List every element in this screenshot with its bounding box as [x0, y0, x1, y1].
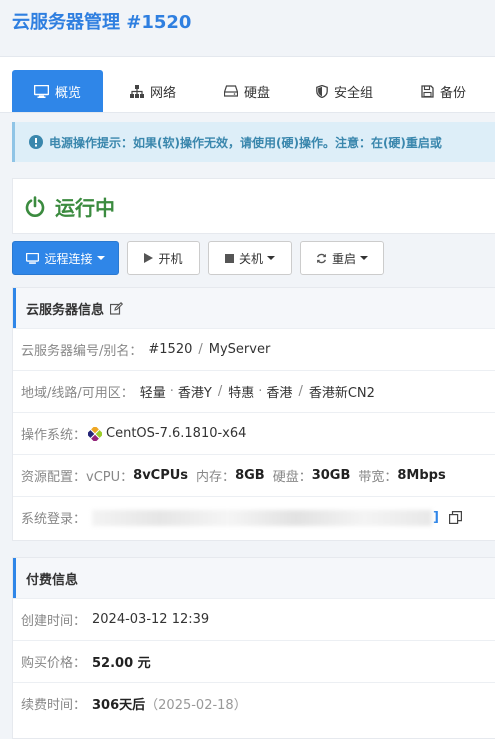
tab-network[interactable]: 网络: [130, 71, 176, 111]
alert-text: 电源操作提示：如果(软)操作无效，请使用(硬)操作。注意：在(硬)重启或: [49, 135, 442, 150]
server-info-header: 云服务器信息: [13, 288, 495, 328]
region-area: 香港Y: [177, 386, 212, 401]
tab-label: 硬盘: [244, 85, 271, 101]
caret-down-icon: [360, 256, 368, 260]
field-label: 购买价格：: [21, 656, 87, 671]
price-row: 购买价格： 52.00 元: [13, 640, 495, 682]
network-icon: [130, 84, 144, 98]
save-icon: [421, 84, 434, 98]
start-button[interactable]: 开机: [127, 241, 200, 275]
field-label: 资源配置：: [21, 470, 87, 485]
bandwidth-label: 带宽：: [358, 470, 398, 485]
field-label: 创建时间：: [21, 614, 87, 629]
play-icon: [144, 253, 154, 263]
remote-connect-label: 远程连接: [44, 251, 93, 266]
server-id-row: 云服务器编号/别名： #1520 / MyServer: [13, 328, 495, 370]
tab-backup[interactable]: 备份: [421, 71, 466, 111]
config-row: 资源配置： vCPU： 8vCPUs 内存： 8GB 硬盘： 30GB 带宽： …: [13, 454, 495, 496]
field-label: 云服务器编号/别名：: [21, 344, 143, 359]
power-alert: 电源操作提示：如果(软)操作无效，请使用(硬)操作。注意：在(硬)重启或: [12, 122, 495, 162]
tab-label: 概览: [54, 85, 81, 101]
shutdown-label: 关机: [238, 251, 263, 266]
monitor-icon: [26, 252, 40, 264]
stop-icon: [224, 253, 234, 263]
title-bar: 云服务器管理 #1520: [0, 0, 495, 46]
hdd-icon: [224, 85, 238, 97]
field-label: 续费时间：: [21, 698, 87, 713]
billing-panel: 付费信息 创建时间： 2024-03-12 12:39 购买价格： 52.00 …: [12, 557, 495, 739]
region-city: 香港: [266, 386, 293, 401]
power-icon: [25, 196, 45, 217]
separator: /: [298, 384, 303, 399]
server-info-panel: 云服务器信息 云服务器编号/别名： #1520 / MyServer 地域/线路…: [12, 287, 495, 541]
monitor-icon: [33, 84, 49, 98]
caret-down-icon: [96, 256, 105, 260]
page-title: 云服务器管理 #1520: [12, 12, 192, 33]
server-status: 运行中: [25, 192, 115, 221]
redacted-login-info: [92, 509, 433, 526]
created-row: 创建时间： 2024-03-12 12:39: [13, 598, 495, 640]
disk-label: 硬盘：: [272, 470, 312, 485]
tab-label: 安全组: [334, 85, 374, 101]
region-zone: 香港新CN2: [308, 386, 375, 401]
server-id: #1520: [148, 342, 193, 357]
purchase-price: 52.00 元: [92, 656, 151, 671]
os-row: 操作系统： CentOS-7.6.1810-x64: [13, 412, 495, 454]
remote-connect-button[interactable]: 远程连接: [12, 241, 119, 275]
tab-security-group[interactable]: 安全组: [316, 71, 373, 111]
renew-date: （2025-02-18）: [145, 698, 247, 713]
bracket-mark: ]: [433, 510, 439, 525]
server-alias: MyServer: [208, 342, 271, 357]
status-text: 运行中: [55, 196, 115, 220]
restart-button[interactable]: 重启: [300, 241, 384, 275]
login-row: 系统登录： ]: [13, 496, 495, 538]
renew-remaining: 306天后: [92, 698, 146, 713]
separator: /: [217, 384, 223, 399]
edit-icon[interactable]: [110, 301, 124, 315]
refresh-icon: [316, 253, 326, 263]
centos-logo-icon: [88, 426, 103, 441]
caret-down-icon: [267, 256, 275, 260]
tab-overview[interactable]: 概览: [12, 70, 103, 112]
vcpu-label: vCPU：: [86, 470, 134, 485]
field-label: 系统登录：: [21, 512, 87, 527]
panel-title: 付费信息: [26, 572, 79, 588]
billing-header: 付费信息: [13, 558, 495, 598]
memory-value: 8GB: [235, 468, 265, 483]
separator: ·: [169, 384, 174, 399]
tab-label: 备份: [440, 85, 467, 101]
copy-icon[interactable]: [448, 511, 462, 524]
renew-row: 续费时间： 306天后 （2025-02-18）: [13, 682, 495, 724]
memory-label: 内存：: [196, 470, 236, 485]
shutdown-button[interactable]: 关机: [208, 241, 292, 275]
restart-label: 重启: [331, 251, 356, 266]
exclamation-circle-icon: [29, 135, 43, 149]
shield-icon: [316, 84, 328, 98]
field-label: 操作系统：: [21, 428, 87, 443]
status-card: 运行中: [12, 178, 495, 234]
tab-disk[interactable]: 硬盘: [224, 71, 270, 111]
panel-title: 云服务器信息: [26, 302, 105, 318]
region-line: 特惠: [228, 386, 255, 401]
field-label: 地域/线路/可用区：: [21, 386, 134, 401]
vcpu-value: 8vCPUs: [133, 468, 189, 483]
tab-label: 网络: [150, 85, 177, 101]
disk-value: 30GB: [311, 468, 351, 483]
tab-bar: 概览 网络 硬盘 安全组 备份: [0, 56, 495, 113]
region-product: 轻量: [139, 386, 166, 401]
bandwidth-value: 8Mbps: [397, 468, 446, 483]
os-name: CentOS-7.6.1810-x64: [106, 426, 247, 441]
start-label: 开机: [158, 251, 183, 266]
region-row: 地域/线路/可用区： 轻量 · 香港Y / 特惠 · 香港 / 香港新CN2: [13, 370, 495, 412]
separator: /: [198, 342, 203, 357]
created-time: 2024-03-12 12:39: [92, 612, 210, 627]
separator: ·: [258, 384, 263, 399]
